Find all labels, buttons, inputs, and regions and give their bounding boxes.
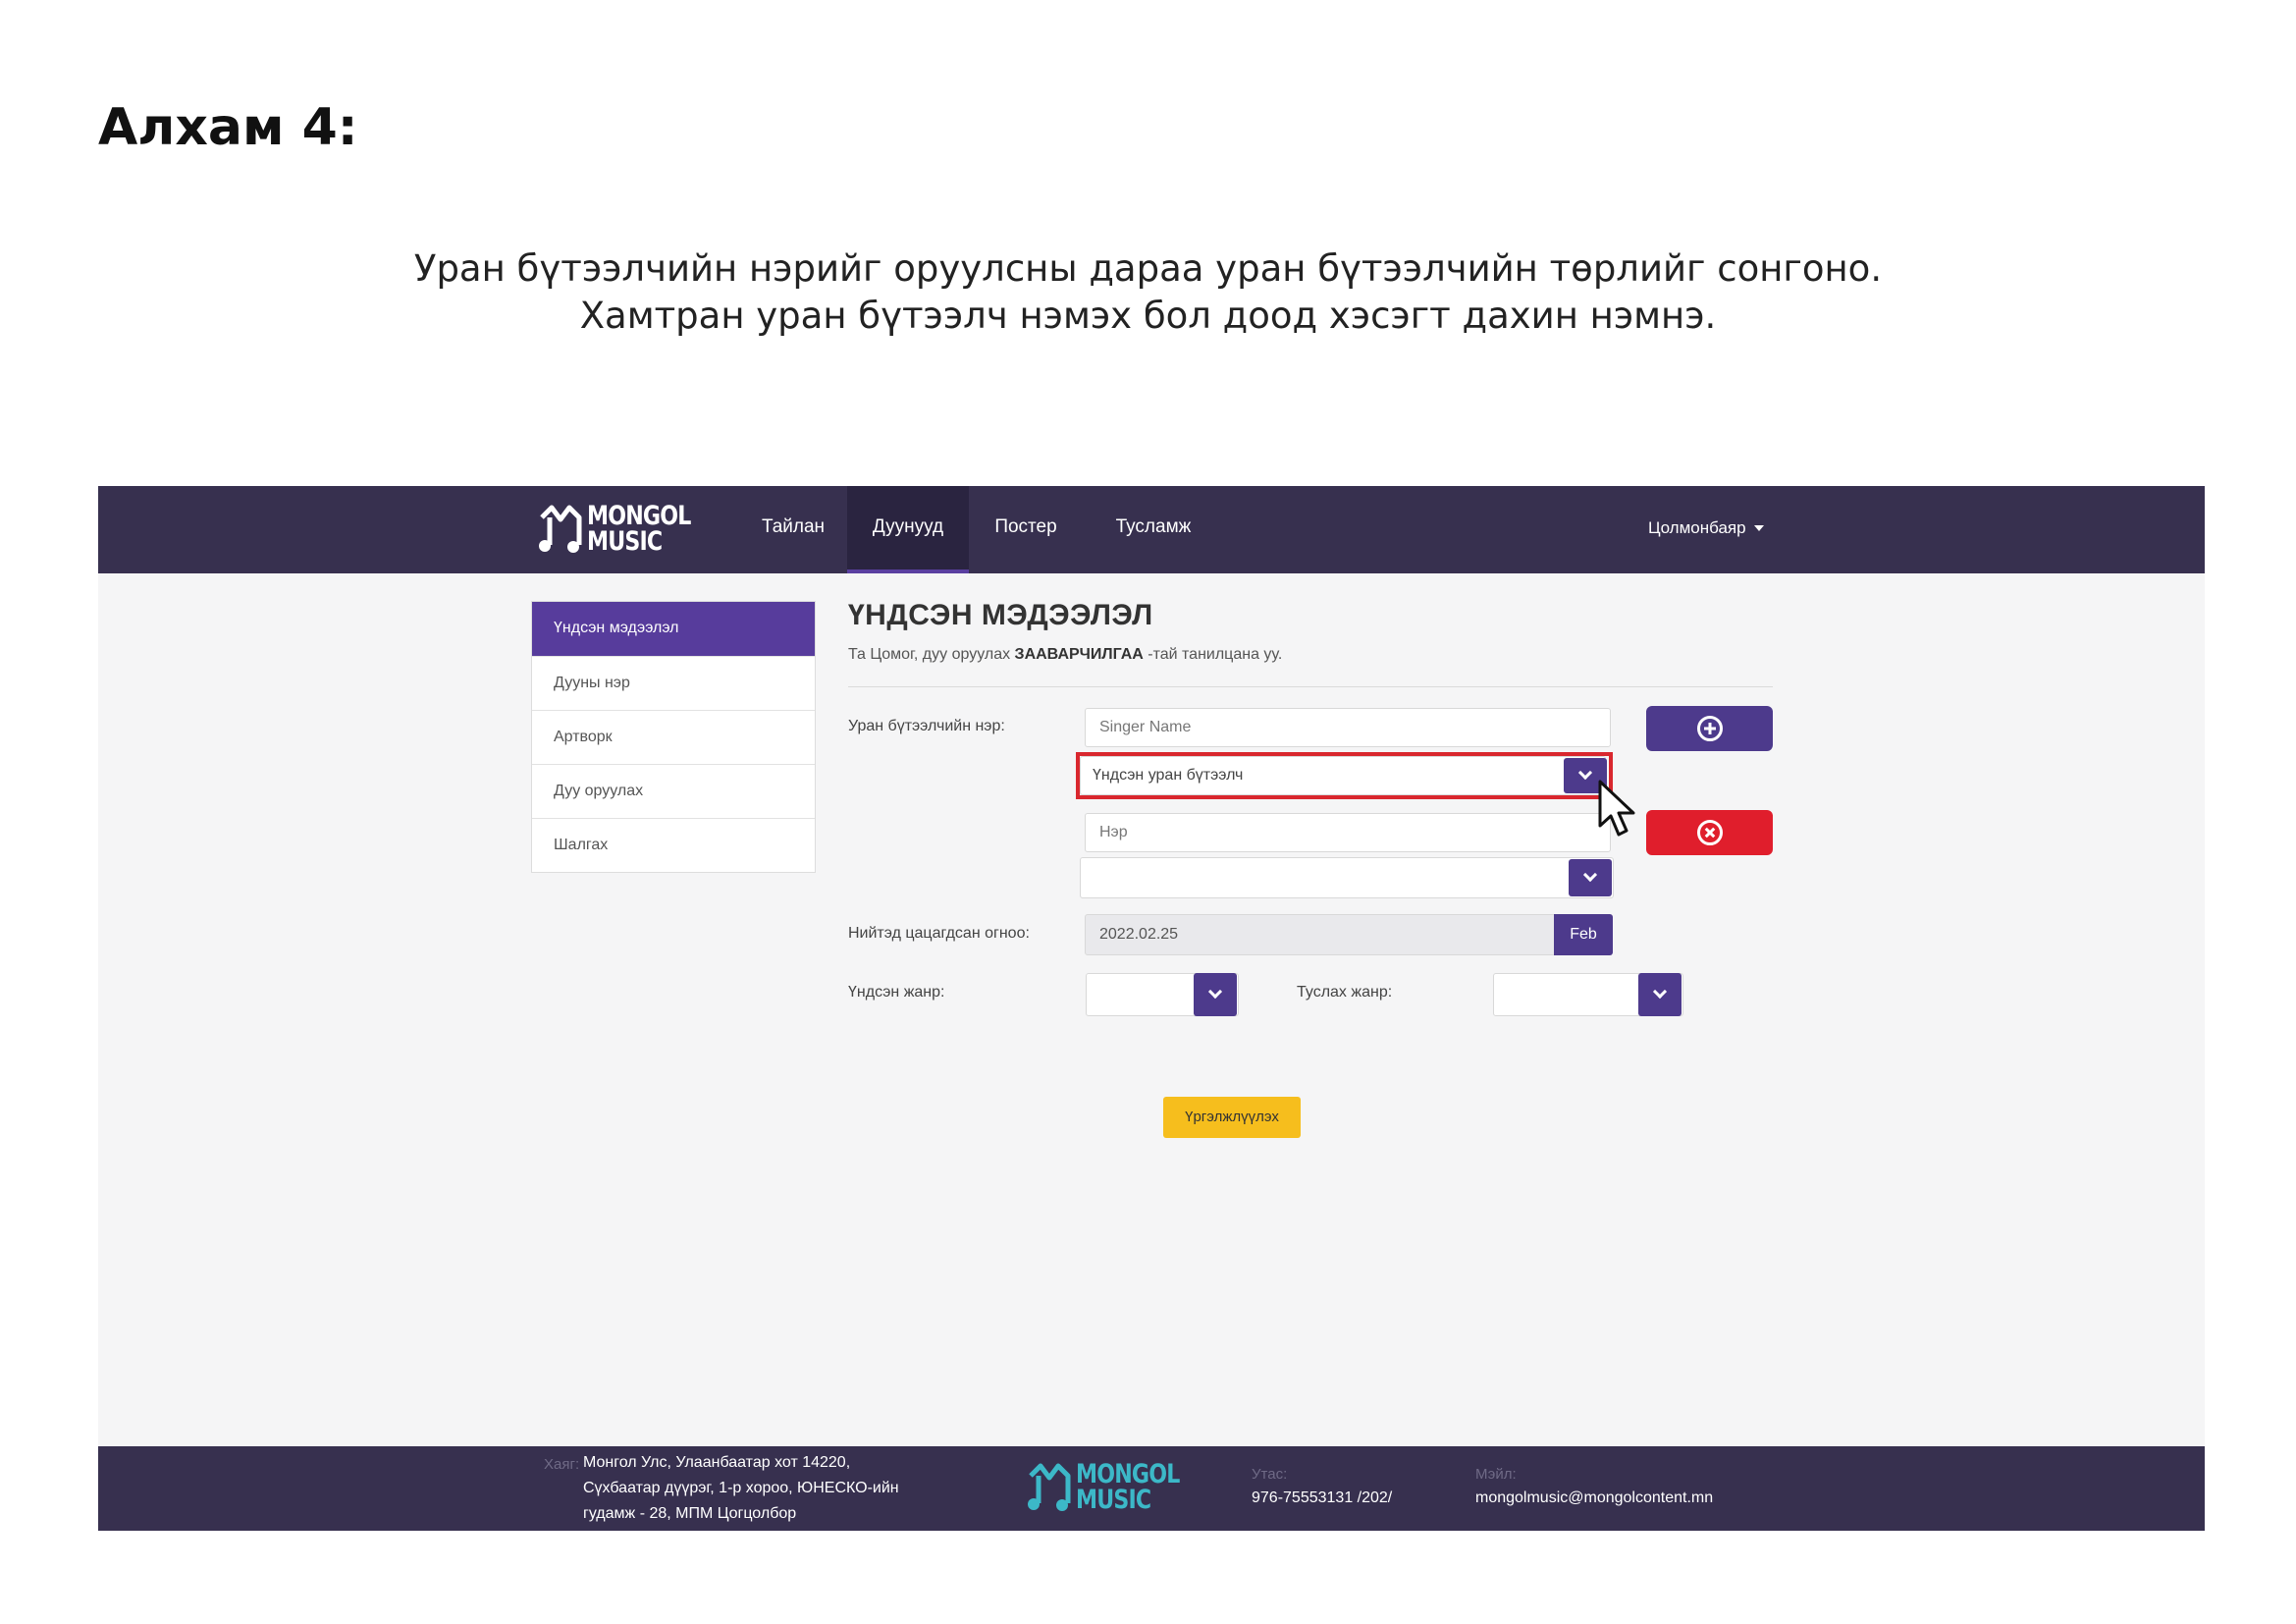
artist-name-input[interactable]: Singer Name xyxy=(1085,708,1611,747)
footer-brand-line2: MUSIC xyxy=(1076,1485,1151,1515)
instructions: Уран бүтээлчийн нэрийг оруулсны дараа ур… xyxy=(0,245,2296,340)
nav-item-songs[interactable]: Дуунууд xyxy=(847,486,969,573)
email-label: Мэйл: xyxy=(1475,1466,1517,1483)
co-artist-name-input[interactable]: Нэр xyxy=(1085,813,1611,852)
email[interactable]: mongolmusic@mongolcontent.mn xyxy=(1475,1486,1713,1511)
app-screenshot: MONGOL MUSIC Тайлан Дуунууд Постер Тусла… xyxy=(98,486,2205,1531)
main-genre-dropdown-button[interactable] xyxy=(1194,973,1237,1016)
page-subtitle: Та Цомог, дуу оруулах ЗААВАРЧИЛГАА -тай … xyxy=(848,646,1282,664)
times-circle-icon xyxy=(1696,820,1723,845)
instruction-line-2: Хамтран уран бүтээлч нэмэх бол доод хэсэ… xyxy=(579,295,1717,337)
music-note-logo-icon xyxy=(539,505,582,553)
subtitle-text: Та Цомог, дуу оруулах xyxy=(848,646,1011,663)
chevron-down-icon xyxy=(1207,984,1223,1000)
phone: 976-75553131 /202/ xyxy=(1252,1489,1393,1506)
continue-button[interactable]: Үргэлжлүүлэх xyxy=(1163,1097,1301,1138)
sub-genre-dropdown-button[interactable] xyxy=(1638,973,1682,1016)
nav-item-report[interactable]: Тайлан xyxy=(754,486,832,573)
brand-line2: MUSIC xyxy=(587,526,663,557)
sidebar-item-review[interactable]: Шалгах xyxy=(532,818,815,872)
address-line-1: Монгол Улс, Улаанбаатар хот 14220, xyxy=(583,1454,851,1471)
artist-name-label: Уран бүтээлчийн нэр: xyxy=(848,718,1005,734)
phone-label: Утас: xyxy=(1252,1466,1288,1483)
release-date-input[interactable]: 2022.02.25 xyxy=(1085,914,1556,955)
chevron-down-icon xyxy=(1582,867,1598,883)
user-menu[interactable]: Цолмонбаяр xyxy=(1648,486,1764,573)
co-artist-type-select[interactable] xyxy=(1080,857,1614,898)
nav-item-poster[interactable]: Постер xyxy=(982,486,1070,573)
highlight-box xyxy=(1076,752,1613,799)
caret-down-icon xyxy=(1753,525,1764,531)
brand-logo[interactable]: MONGOL MUSIC xyxy=(536,500,714,559)
plus-circle-icon xyxy=(1696,716,1723,741)
release-date-label: Нийтэд цацагдсан огноо: xyxy=(848,925,1030,942)
sidebar-item-basic-info[interactable]: Үндсэн мэдээлэл xyxy=(532,602,815,656)
step-title: Алхам 4: xyxy=(98,98,358,157)
user-name: Цолмонбаяр xyxy=(1648,518,1746,537)
sidebar-item-song-name[interactable]: Дууны нэр xyxy=(532,656,815,710)
add-artist-button[interactable] xyxy=(1646,706,1773,751)
address-line-3: гудамж - 28, МПМ Цогцолбор xyxy=(583,1505,797,1522)
address: Монгол Улс, Улаанбаатар хот 14220, Сүхба… xyxy=(583,1450,899,1527)
instructions-link[interactable]: ЗААВАРЧИЛГАА xyxy=(1015,646,1144,663)
sidebar-item-artwork[interactable]: Артворк xyxy=(532,710,815,764)
nav-item-help[interactable]: Тусламж xyxy=(1109,486,1198,573)
sidebar-item-upload[interactable]: Дуу оруулах xyxy=(532,764,815,818)
main-genre-label: Үндсэн жанр: xyxy=(848,984,945,1001)
mouse-pointer-icon xyxy=(1598,780,1635,837)
sub-genre-label: Туслах жанр: xyxy=(1297,984,1393,1001)
footer: Хаяг: Монгол Улс, Улаанбаатар хот 14220,… xyxy=(98,1446,2205,1531)
co-artist-type-dropdown-button[interactable] xyxy=(1569,859,1612,896)
navbar: MONGOL MUSIC Тайлан Дуунууд Постер Тусла… xyxy=(98,486,2205,573)
footer-logo[interactable]: MONGOL MUSIC xyxy=(1025,1458,1202,1517)
music-note-logo-icon xyxy=(1028,1463,1071,1511)
remove-artist-button[interactable] xyxy=(1646,810,1773,855)
sidebar: Үндсэн мэдээлэл Дууны нэр Артворк Дуу ор… xyxy=(531,601,816,873)
release-month-button[interactable]: Feb xyxy=(1554,914,1613,955)
chevron-down-icon xyxy=(1652,984,1668,1000)
page-title: ҮНДСЭН МЭДЭЭЛЭЛ xyxy=(848,599,1153,631)
divider xyxy=(848,686,1773,687)
subtitle-suffix: -тай танилцана уу. xyxy=(1148,646,1283,663)
address-label: Хаяг: xyxy=(544,1456,580,1473)
address-line-2: Сүхбаатар дүүрэг, 1-р хороо, ЮНЕСКО-ийн xyxy=(583,1480,899,1496)
instruction-line-1: Уран бүтээлчийн нэрийг оруулсны дараа ур… xyxy=(413,247,1883,290)
